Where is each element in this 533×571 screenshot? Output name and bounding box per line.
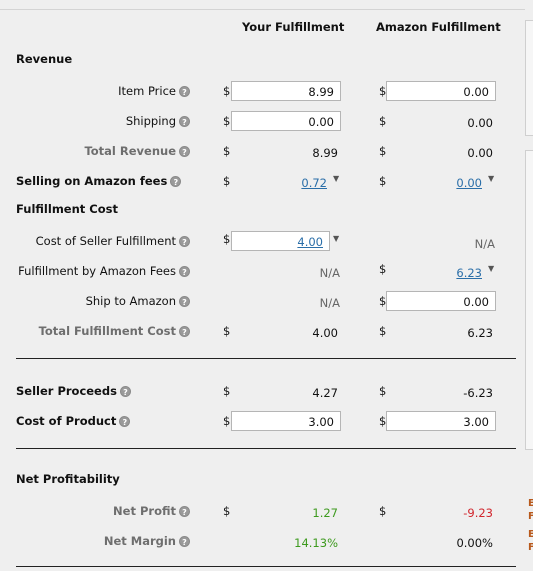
ship-to-amazon-your-value: N/A [319, 296, 340, 310]
cost-seller-fulfillment-amazon-value: N/A [474, 237, 495, 251]
selling-fees-your-link[interactable]: 0.72 [217, 176, 327, 190]
edge-note-2: F [528, 511, 533, 522]
row-label-net-margin: Net Margin? [104, 534, 190, 548]
section-divider [16, 566, 516, 567]
row-label-item-price: Item Price? [118, 84, 190, 98]
currency-symbol: $ [223, 84, 231, 98]
total-fulfillment-cost-amazon-value: 6.23 [467, 326, 493, 340]
seller-proceeds-amazon-value: -6.23 [463, 386, 493, 400]
total-fulfillment-cost-your-value: 4.00 [312, 326, 338, 340]
row-label-shipping: Shipping? [126, 114, 190, 128]
total-revenue-amazon-value: 0.00 [467, 146, 493, 160]
help-icon[interactable]: ? [179, 86, 190, 97]
edge-note-3: E [528, 529, 533, 540]
fba-fees-your-value: N/A [319, 266, 340, 280]
shipping-amazon-value: 0.00 [467, 116, 493, 130]
row-label-total-fulfillment-cost: Total Fulfillment Cost? [39, 324, 190, 338]
row-label-ship-to-amazon: Ship to Amazon? [86, 294, 190, 308]
row-label-fba-fees: Fulfillment by Amazon Fees? [18, 264, 190, 278]
ship-to-amazon-input[interactable]: 0.00 [386, 291, 496, 311]
row-label-net-profit: Net Profit? [113, 504, 190, 518]
row-label-seller-proceeds: Seller Proceeds? [16, 384, 131, 398]
row-label-selling-fees: Selling on Amazon fees? [16, 174, 182, 188]
item-price-your-input[interactable]: 8.99 [231, 81, 341, 101]
cost-seller-fulfillment-input[interactable]: 4.00 [231, 231, 330, 251]
section-fulfillment-cost: Fulfillment Cost [16, 202, 118, 216]
net-profit-your-value: 1.27 [312, 506, 338, 520]
currency-symbol: $ [223, 414, 231, 428]
help-icon[interactable]: ? [119, 386, 131, 397]
help-icon[interactable]: ? [179, 116, 190, 127]
row-label-cost-of-product: Cost of Product? [16, 414, 131, 428]
row-label-cost-seller-fulfillment: Cost of Seller Fulfillment? [36, 234, 190, 248]
seller-proceeds-your-value: 4.27 [312, 386, 338, 400]
side-panel-top [525, 20, 533, 136]
net-margin-amazon-value: 0.00% [456, 536, 493, 550]
help-icon[interactable]: ? [170, 176, 182, 187]
side-panel-bottom [525, 150, 533, 450]
help-icon[interactable]: ? [179, 146, 190, 157]
section-divider [16, 448, 516, 449]
shipping-your-input[interactable]: 0.00 [231, 111, 341, 131]
help-icon[interactable]: ? [179, 236, 190, 247]
help-icon[interactable]: ? [179, 536, 190, 547]
section-revenue: Revenue [16, 52, 73, 66]
header-amazon-fulfillment: Amazon Fulfillment [376, 20, 501, 34]
help-icon[interactable]: ? [179, 326, 190, 337]
edge-note-4: F [528, 542, 533, 553]
net-profit-amazon-value: -9.23 [463, 506, 493, 520]
help-icon[interactable]: ? [179, 296, 190, 307]
help-icon[interactable]: ? [179, 266, 190, 277]
section-divider [16, 358, 516, 359]
chevron-down-icon[interactable]: ▼ [333, 174, 339, 183]
help-icon[interactable]: ? [179, 506, 190, 517]
cost-of-product-amazon-input[interactable]: 3.00 [386, 411, 496, 431]
section-net-profitability: Net Profitability [16, 472, 120, 486]
edge-note-1: E [528, 498, 533, 509]
currency-symbol: $ [223, 114, 231, 128]
help-icon[interactable]: ? [119, 416, 131, 427]
total-revenue-your-value: 8.99 [312, 146, 338, 160]
selling-fees-amazon-link[interactable]: 0.00 [372, 176, 482, 190]
currency-symbol: $ [223, 232, 231, 246]
chevron-down-icon[interactable]: ▼ [333, 234, 339, 243]
cost-of-product-your-input[interactable]: 3.00 [231, 411, 341, 431]
fba-fees-amazon-link[interactable]: 6.23 [372, 266, 482, 280]
chevron-down-icon[interactable]: ▼ [488, 264, 494, 273]
chevron-down-icon[interactable]: ▼ [488, 174, 494, 183]
top-border [0, 9, 525, 10]
net-margin-your-value: 14.13% [294, 536, 338, 550]
item-price-amazon-input[interactable]: 0.00 [386, 81, 496, 101]
row-label-total-revenue: Total Revenue? [84, 144, 190, 158]
header-your-fulfillment: Your Fulfillment [242, 20, 345, 34]
